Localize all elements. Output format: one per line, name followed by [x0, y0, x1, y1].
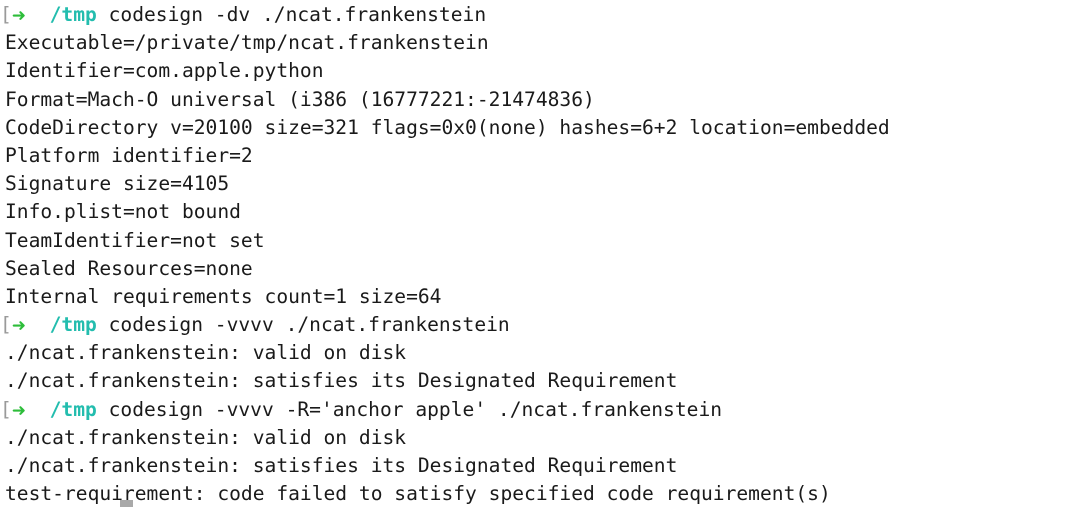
terminal-output-line: ./ncat.frankenstein: valid on disk	[5, 339, 1086, 367]
terminal-output-text: Identifier=com.apple.python	[5, 59, 324, 83]
terminal-output-text: Signature size=4105	[5, 172, 230, 196]
terminal-output-line: Signature size=4105	[5, 170, 1086, 198]
prompt-bracket: [	[0, 3, 12, 26]
terminal-prompt-line: [➜ /tmp codesign -dv ./ncat.frankenstein	[0, 1, 1086, 29]
prompt-spacer	[26, 313, 50, 336]
terminal-output-text: Info.plist=not bound	[5, 200, 241, 224]
prompt-bracket: [	[0, 397, 12, 421]
terminal-output-line: Format=Mach-O universal (i386 (16777221:…	[5, 86, 1086, 114]
terminal-output-text: ./ncat.frankenstein: satisfies its Desig…	[5, 454, 678, 477]
terminal-output-text: Executable=/private/tmp/ncat.frankenstei…	[5, 31, 489, 55]
terminal-output-line: Internal requirements count=1 size=64	[5, 283, 1086, 311]
terminal-output-text: Platform identifier=2	[5, 143, 253, 167]
terminal-window[interactable]: [➜ /tmp codesign -dv ./ncat.frankenstein…	[0, 0, 1086, 508]
prompt-spacer	[26, 398, 50, 421]
terminal-output-line: test-requirement: code failed to satisfy…	[5, 480, 1086, 508]
prompt-working-directory: /tmp	[49, 397, 97, 421]
arrow-right-icon: ➜	[11, 400, 27, 421]
terminal-command-text: codesign -vvvv -R='anchor apple' ./ncat.…	[96, 397, 723, 421]
text-cursor	[120, 500, 133, 507]
terminal-output-line: Sealed Resources=none	[5, 255, 1086, 283]
terminal-prompt-line: [➜ /tmp codesign -vvvv -R='anchor apple'…	[0, 396, 1086, 424]
terminal-output-text: Sealed Resources=none	[5, 256, 253, 280]
terminal-output-line: Info.plist=not bound	[5, 198, 1086, 226]
terminal-output-text: Format=Mach-O universal (i386 (16777221:…	[5, 87, 595, 111]
terminal-output-line: Executable=/private/tmp/ncat.frankenstei…	[5, 29, 1086, 57]
prompt-working-directory: /tmp	[49, 3, 97, 26]
terminal-output-line: ./ncat.frankenstein: satisfies its Desig…	[5, 452, 1086, 480]
terminal-output-text: Internal requirements count=1 size=64	[5, 284, 442, 308]
terminal-output-text: ./ncat.frankenstein: valid on disk	[5, 425, 407, 449]
terminal-output-text: TeamIdentifier=not set	[5, 228, 265, 252]
terminal-output-text: CodeDirectory v=20100 size=321 flags=0x0…	[5, 115, 890, 139]
prompt-working-directory: /tmp	[49, 313, 97, 337]
terminal-command-text: codesign -vvvv ./ncat.frankenstein	[96, 313, 510, 337]
terminal-prompt-line: [➜ /tmp codesign -vvvv ./ncat.frankenste…	[0, 311, 1086, 339]
arrow-right-icon: ➜	[11, 316, 27, 337]
prompt-bracket: [	[0, 313, 12, 337]
terminal-output-line: Identifier=com.apple.python	[5, 57, 1086, 85]
terminal-output-line: ./ncat.frankenstein: valid on disk	[5, 424, 1086, 452]
terminal-output-text: ./ncat.frankenstein: satisfies its Desig…	[5, 369, 678, 393]
terminal-output-area[interactable]: [➜ /tmp codesign -dv ./ncat.frankenstein…	[0, 0, 1086, 508]
terminal-output-text: ./ncat.frankenstein: valid on disk	[5, 341, 407, 365]
terminal-output-line: TeamIdentifier=not set	[5, 227, 1086, 255]
prompt-spacer	[26, 3, 50, 26]
terminal-output-line: ./ncat.frankenstein: satisfies its Desig…	[5, 367, 1086, 395]
terminal-output-line: CodeDirectory v=20100 size=321 flags=0x0…	[5, 114, 1086, 142]
terminal-output-line: Platform identifier=2	[5, 142, 1086, 170]
terminal-command-text: codesign -dv ./ncat.frankenstein	[96, 3, 487, 26]
arrow-right-icon: ➜	[11, 6, 27, 26]
